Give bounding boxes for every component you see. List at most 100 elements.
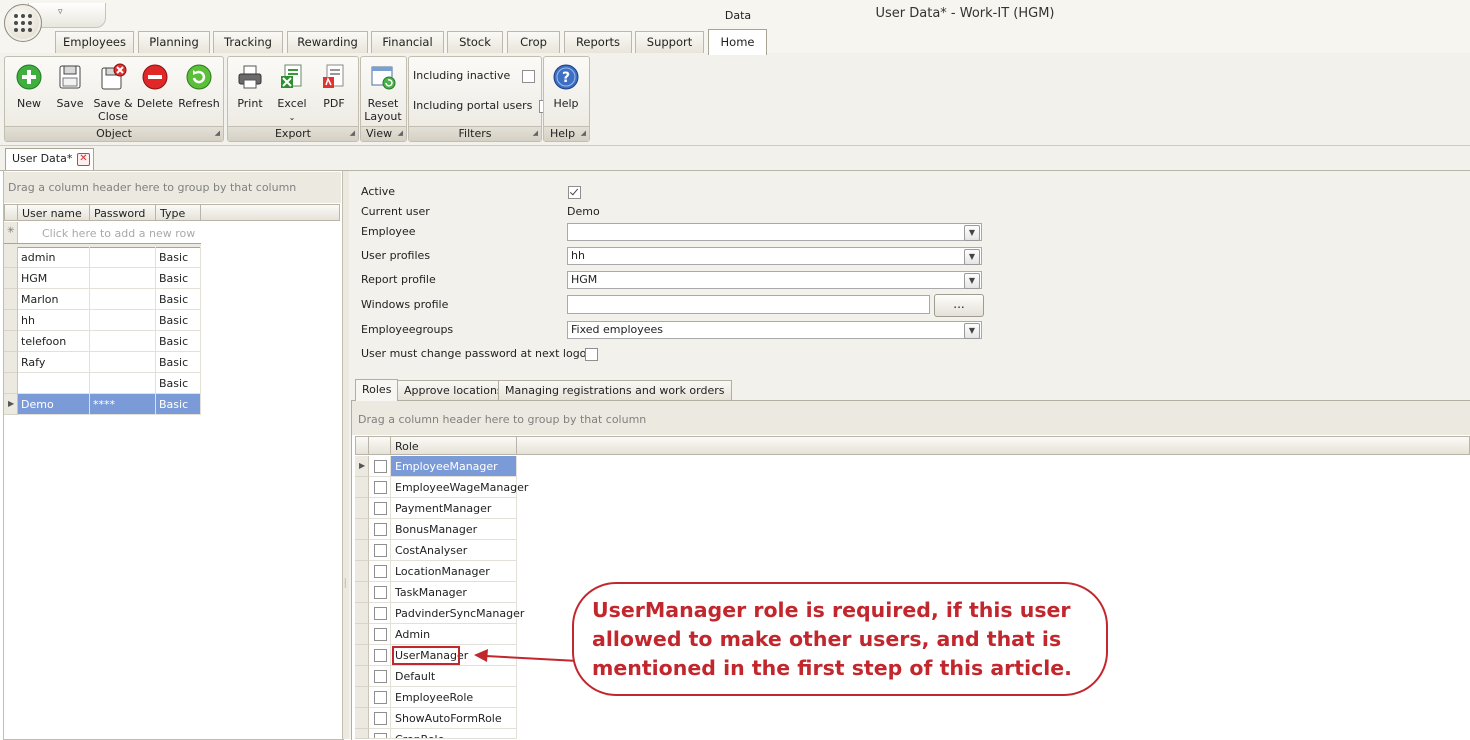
cell-password[interactable] — [90, 373, 156, 394]
role-checkbox[interactable] — [374, 733, 387, 738]
cell-password[interactable] — [90, 247, 156, 268]
splitter-grip-icon[interactable]: ⁝ ⁝ — [344, 578, 347, 590]
role-checkbox[interactable] — [374, 691, 387, 704]
role-name[interactable]: BonusManager — [391, 519, 517, 540]
role-checkbox[interactable] — [374, 586, 387, 599]
tab-financial[interactable]: Financial — [371, 31, 444, 53]
save-button[interactable]: Save — [48, 63, 92, 110]
employeegroups-combo[interactable]: Fixed employees ▼ — [567, 321, 982, 339]
cell-type[interactable]: Basic — [156, 310, 201, 331]
tab-stock[interactable]: Stock — [447, 31, 503, 53]
role-name[interactable]: EmployeeRole — [391, 687, 517, 708]
row-indicator[interactable] — [4, 373, 18, 394]
cell-type[interactable]: Basic — [156, 331, 201, 352]
new-button[interactable]: New — [7, 63, 51, 110]
role-checkbox[interactable] — [374, 460, 387, 473]
tab-tracking[interactable]: Tracking — [213, 31, 283, 53]
row-indicator[interactable] — [355, 645, 369, 666]
chevron-down-icon[interactable]: ▼ — [964, 225, 980, 241]
windows-profile-input[interactable] — [567, 295, 930, 314]
role-name[interactable]: EmployeeManager — [391, 456, 517, 477]
column-header-username[interactable]: User name — [18, 204, 90, 221]
dialog-launcher-icon[interactable]: ◢ — [350, 126, 355, 140]
cell-password[interactable] — [90, 331, 156, 352]
reset-layout-button[interactable]: Reset Layout — [361, 63, 405, 123]
cell-password[interactable] — [90, 289, 156, 310]
row-indicator[interactable] — [4, 310, 18, 331]
cell-password[interactable] — [90, 352, 156, 373]
cell-type[interactable]: Basic — [156, 352, 201, 373]
role-checkbox[interactable] — [374, 565, 387, 578]
role-select-cell[interactable] — [369, 456, 391, 477]
row-indicator[interactable] — [4, 352, 18, 373]
close-icon[interactable]: ✕ — [77, 153, 90, 166]
row-indicator-current[interactable]: ▶ — [355, 456, 369, 477]
cell-password[interactable] — [90, 268, 156, 289]
role-checkbox[interactable] — [374, 607, 387, 620]
row-indicator[interactable] — [4, 331, 18, 352]
employee-combo[interactable]: ▼ — [567, 223, 982, 241]
including-inactive-checkbox[interactable] — [522, 69, 535, 83]
tab-managing-registrations[interactable]: Managing registrations and work orders — [498, 380, 732, 400]
role-select-cell[interactable] — [369, 519, 391, 540]
document-tab-user-data[interactable]: User Data* ✕ — [5, 148, 94, 170]
role-checkbox[interactable] — [374, 481, 387, 494]
role-select-cell[interactable] — [369, 498, 391, 519]
dialog-launcher-icon[interactable]: ◢ — [215, 126, 220, 140]
role-select-cell[interactable] — [369, 540, 391, 561]
tab-rewarding[interactable]: Rewarding — [287, 31, 368, 53]
role-select-cell[interactable] — [369, 708, 391, 729]
role-checkbox[interactable] — [374, 523, 387, 536]
cell-type[interactable]: Basic — [156, 289, 201, 310]
row-indicator[interactable] — [355, 624, 369, 645]
tab-reports[interactable]: Reports — [564, 31, 632, 53]
role-checkbox[interactable] — [374, 712, 387, 725]
cell-type[interactable]: Basic — [156, 268, 201, 289]
row-indicator-current[interactable]: ▶ — [4, 394, 18, 415]
must-change-password-checkbox[interactable] — [584, 347, 598, 361]
tab-home[interactable]: Home — [708, 29, 767, 55]
row-indicator[interactable] — [355, 729, 369, 739]
role-select-cell[interactable] — [369, 666, 391, 687]
role-checkbox[interactable] — [374, 544, 387, 557]
cell-type[interactable]: Basic — [156, 247, 201, 268]
role-select-cell[interactable] — [369, 603, 391, 624]
cell-username[interactable]: Demo — [18, 394, 90, 415]
excel-button[interactable]: Excel ⌄ — [270, 63, 314, 124]
role-select-cell[interactable] — [369, 645, 391, 666]
pdf-button[interactable]: PDF — [312, 63, 356, 110]
new-row[interactable]: Click here to add a new row — [18, 222, 201, 245]
roles-group-by-area[interactable]: Drag a column header here to group by th… — [352, 401, 1470, 435]
cell-username[interactable]: HGM — [18, 268, 90, 289]
app-menu-button[interactable] — [4, 4, 42, 42]
role-select-cell[interactable] — [369, 582, 391, 603]
role-select-cell[interactable] — [369, 477, 391, 498]
dialog-launcher-icon[interactable]: ◢ — [581, 126, 586, 140]
chevron-down-icon[interactable]: ▼ — [964, 273, 980, 289]
help-button[interactable]: ? Help — [544, 63, 588, 110]
row-indicator[interactable] — [355, 582, 369, 603]
row-indicator[interactable] — [4, 289, 18, 310]
report-profile-combo[interactable]: HGM ▼ — [567, 271, 982, 289]
tab-planning[interactable]: Planning — [138, 31, 210, 53]
role-select-cell[interactable] — [369, 729, 391, 739]
row-indicator[interactable] — [355, 477, 369, 498]
row-indicator[interactable] — [4, 268, 18, 289]
role-checkbox[interactable] — [374, 628, 387, 641]
save-close-button[interactable]: Save & Close — [91, 63, 135, 123]
role-name[interactable]: CostAnalyser — [391, 540, 517, 561]
row-indicator[interactable] — [355, 561, 369, 582]
tab-crop[interactable]: Crop — [507, 31, 560, 53]
role-select-cell[interactable] — [369, 687, 391, 708]
print-button[interactable]: Print — [228, 63, 272, 110]
role-name[interactable]: CropRole — [391, 729, 517, 739]
role-name[interactable]: TaskManager — [391, 582, 517, 603]
chevron-down-icon[interactable]: ▿ — [58, 7, 63, 17]
cell-username[interactable]: Rafy — [18, 352, 90, 373]
user-profiles-combo[interactable]: hh ▼ — [567, 247, 982, 265]
cell-password[interactable]: **** — [90, 394, 156, 415]
role-select-cell[interactable] — [369, 624, 391, 645]
active-checkbox[interactable] — [568, 185, 581, 199]
chevron-down-icon[interactable]: ▼ — [964, 249, 980, 265]
browse-button[interactable]: ... — [934, 294, 984, 317]
